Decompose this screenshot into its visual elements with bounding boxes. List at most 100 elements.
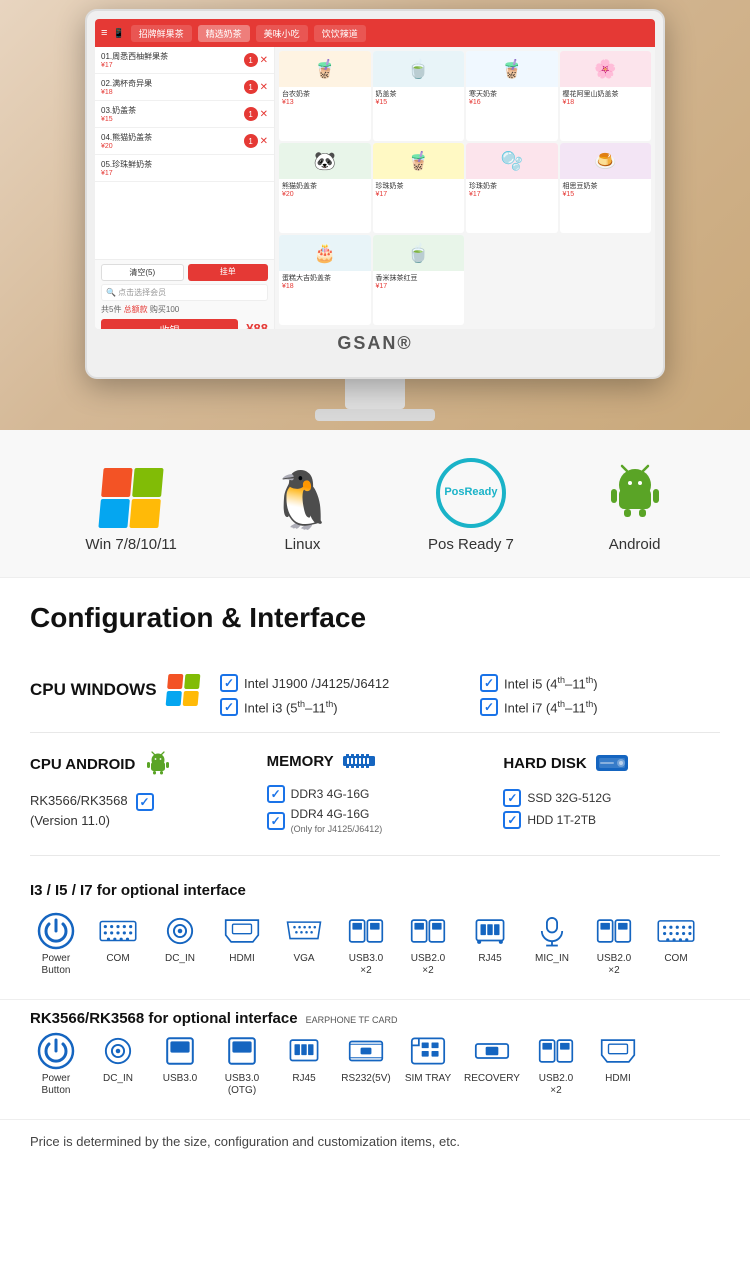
usb3-rk-label: USB3.0 (163, 1073, 197, 1085)
check-box: ✓ (136, 793, 154, 811)
pos-product[interactable]: 🐼 熊猫奶盖茶¥20 (279, 143, 371, 233)
os-windows: Win 7/8/10/11 (85, 468, 176, 553)
check-box: ✓ (267, 785, 285, 803)
cpu-windows-text: CPU WINDOWS (30, 680, 157, 700)
hdmi1-label: HDMI (229, 953, 255, 965)
hdd-spec-1: ✓ SSD 32G-512G (503, 789, 720, 807)
pos-tab-2[interactable]: 精选奶茶 (198, 25, 250, 42)
cpu-spec-text: Intel i3 (5th–11th) (244, 699, 338, 715)
usb2-x2-rk-label: USB2.0×2 (539, 1073, 573, 1097)
iface-dcin-rk: DC_IN (92, 1033, 144, 1085)
android-icon (605, 459, 665, 528)
pos-order-item: 01.周悉西柚鲜果茶 ¥17 1 ✕ (95, 47, 274, 74)
cpu-spec-text: Intel i5 (4th–11th) (504, 675, 598, 691)
iface-usb2-x2a: USB2.0×2 (402, 913, 454, 977)
linux-icon: 🐧 (268, 472, 338, 528)
pos-left-panel: 01.周悉西柚鲜果茶 ¥17 1 ✕ 02.满杯奇异果 (95, 47, 275, 329)
pos-order-item: 05.珍珠鲜奶茶 ¥17 (95, 155, 274, 182)
memory-spec-text: DDR3 4G-16G (291, 787, 370, 801)
i3-interface-title: I3 / I5 / I7 for optional interface (30, 882, 720, 899)
hdmi1-icon (221, 913, 263, 949)
vga-label: VGA (293, 953, 314, 965)
pos-product[interactable]: 🍮 相思豆奶茶¥15 (560, 143, 652, 233)
usb3-x2-icon (345, 913, 387, 949)
iface-com1: COM (92, 913, 144, 965)
check-box: ✓ (480, 698, 498, 716)
checkout-button[interactable]: 收银 (101, 319, 238, 329)
rs232-label: RS232(5V) (341, 1073, 390, 1085)
rk-icons-row: PowerButton DC_IN USB3.0 (30, 1033, 720, 1097)
os-linux: 🐧 Linux (268, 472, 338, 553)
com1-label: COM (106, 953, 129, 965)
hdmi-rk-label: HDMI (605, 1073, 631, 1085)
mic-in-label: MIC_IN (535, 953, 569, 965)
hang-button[interactable]: 挂单 (188, 264, 269, 281)
pos-product-grid: 🧋 台农奶茶¥13 🍵 奶盖茶¥15 🧋 寒天奶茶¥16 (275, 47, 655, 329)
check-box: ✓ (503, 789, 521, 807)
pos-order-item: 02.满杯奇异果 ¥18 1 ✕ (95, 74, 274, 101)
iface-hdmi-rk: HDMI (592, 1033, 644, 1085)
com2-icon (655, 913, 697, 949)
posready-label: Pos Ready 7 (428, 536, 514, 553)
pos-product[interactable]: 🍵 奶盖茶¥15 (373, 51, 465, 141)
pos-tab-4[interactable]: 饮饮辣道 (314, 25, 366, 42)
check-box: ✓ (220, 674, 238, 692)
usb3-x2-label: USB3.0×2 (349, 953, 383, 977)
linux-label: Linux (284, 536, 320, 553)
pos-tab-3[interactable]: 美味小吃 (256, 25, 308, 42)
config-section: Configuration & Interface CPU WINDOWS ✓ … (0, 578, 750, 866)
iface-dcin1: DC_IN (154, 913, 206, 965)
pos-product[interactable]: 🌸 樱花阿里山奶盖茶¥18 (560, 51, 652, 141)
pos-order-item: 03.奶盖茶 ¥15 1 ✕ (95, 101, 274, 128)
usb3-otg-icon (221, 1033, 263, 1069)
iface-com2: COM (650, 913, 702, 965)
dcin-rk-icon (97, 1033, 139, 1069)
pos-product[interactable]: 🎂 蛋糕大吉奶盖茶¥18 (279, 235, 371, 325)
check-box: ✓ (503, 811, 521, 829)
iface-mic-in: MIC_IN (526, 913, 578, 965)
cpu-android-spec: RK3566/RK3568(Version 11.0) (30, 791, 128, 830)
usb2-x2a-label: USB2.0×2 (411, 953, 445, 977)
pos-product[interactable]: 🍵 香米抹茶红豆¥17 (373, 235, 465, 325)
pos-order-item: 04.熊猫奶盖茶 ¥20 1 ✕ (95, 128, 274, 155)
power-button-icon (35, 913, 77, 949)
pos-tab-1[interactable]: 招牌鲜果茶 (131, 25, 192, 42)
memory-title: MEMORY (267, 753, 334, 770)
posready-text: PosReady (444, 486, 497, 499)
android-small-icon (143, 749, 173, 779)
cpu-spec-text: Intel J1900 /J4125/J6412 (244, 676, 389, 691)
pos-monitor-section: ≡ 📱 招牌鲜果茶 精选奶茶 美味小吃 饮饮辣道 01.周悉 (0, 0, 750, 430)
posready-icon: PosReady (436, 458, 506, 528)
pos-product[interactable]: 🧋 寒天奶茶¥16 (466, 51, 558, 141)
pos-main-content: 01.周悉西柚鲜果茶 ¥17 1 ✕ 02.满杯奇异果 (95, 47, 655, 329)
com2-label: COM (664, 953, 687, 965)
hdd-icon (595, 749, 629, 777)
recovery-icon (471, 1033, 513, 1069)
hdd-spec-text: HDD 1T-2TB (527, 813, 596, 827)
three-col-row: CPU ANDROID RK3566/RK3568(Version 11.0) (30, 733, 720, 856)
os-posready: PosReady Pos Ready 7 (428, 458, 514, 553)
hdd-spec-text: SSD 32G-512G (527, 791, 611, 805)
memory-icon (342, 749, 376, 773)
iface-usb3-rk: USB3.0 (154, 1033, 206, 1085)
memory-header: MEMORY (267, 749, 484, 773)
clear-button[interactable]: 清空(5) (101, 264, 184, 281)
i3-interface-section: I3 / I5 / I7 for optional interface Powe… (0, 866, 750, 999)
usb3-otg-label: USB3.0(OTG) (225, 1073, 259, 1097)
check-box: ✓ (220, 698, 238, 716)
vga-icon (283, 913, 325, 949)
pos-product[interactable]: 🫧 珍珠奶茶¥17 (466, 143, 558, 233)
iface-power-button: PowerButton (30, 913, 82, 977)
earphone-label: EARPHONE TF CARD (306, 1016, 398, 1026)
windows-icon (98, 468, 163, 528)
power-rk-icon (35, 1033, 77, 1069)
pos-product[interactable]: 🧋 台农奶茶¥13 (279, 51, 371, 141)
hard-disk-col: HARD DISK ✓ SSD 32G-512G ✓ HDD 1T-2TB (503, 749, 720, 839)
usb2-x2-rk-icon (535, 1033, 577, 1069)
pos-product[interactable]: 🧋 珍珠奶茶¥17 (373, 143, 465, 233)
cpu-android-col: CPU ANDROID RK3566/RK3568(Version 11.0) (30, 749, 247, 839)
recovery-label: RECOVERY (464, 1073, 520, 1085)
iface-hdmi1: HDMI (216, 913, 268, 965)
cpu-spec-text: Intel i7 (4th–11th) (504, 699, 598, 715)
rj45-1-label: RJ45 (478, 953, 501, 965)
